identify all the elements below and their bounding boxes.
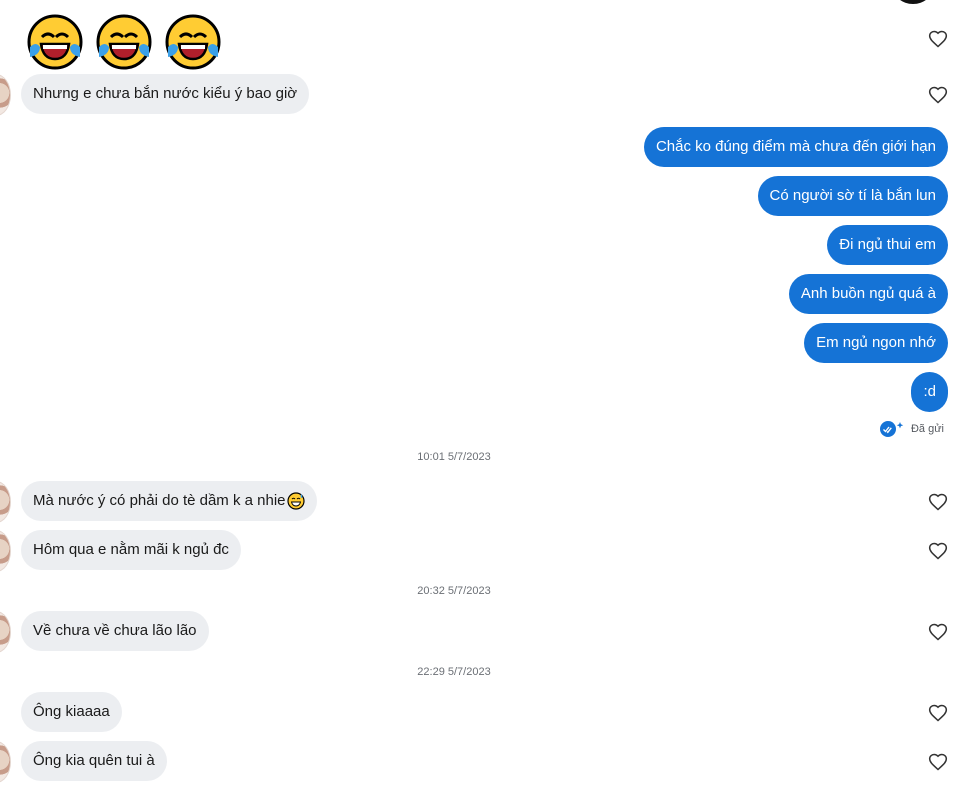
heart-icon[interactable] [928, 492, 948, 512]
contact-avatar[interactable] [0, 741, 11, 783]
outgoing-message[interactable]: Chắc ko đúng điểm mà chưa đến giới hạn [643, 127, 948, 167]
face-with-tears-of-joy-icon [96, 14, 152, 70]
heart-icon[interactable] [928, 752, 948, 772]
heart-icon[interactable] [928, 29, 948, 49]
message-text: Ông kia quên tui à [33, 752, 155, 769]
outgoing-message[interactable]: :d [911, 372, 948, 412]
incoming-message[interactable]: Về chưa về chưa lão lão [21, 611, 209, 651]
grinning-face-with-sweat-icon [286, 492, 305, 510]
contact-avatar[interactable] [0, 481, 11, 523]
outgoing-message[interactable]: Em ngủ ngon nhớ [804, 323, 948, 363]
profile-avatar-corner[interactable] [893, 0, 933, 4]
heart-icon[interactable] [928, 541, 948, 561]
message-text: Nhưng e chưa bắn nước kiểu ý bao giờ [33, 85, 298, 102]
message-text: Mà nước ý có phải do tè dầm k a nhie [33, 492, 286, 509]
incoming-message[interactable]: Mà nước ý có phải do tè dầm k a nhie [21, 481, 317, 521]
message-text: Ông kiaaaa [33, 703, 110, 720]
contact-avatar[interactable] [0, 530, 11, 572]
sent-label: Đã gửi [910, 423, 944, 435]
timestamp: 20:32 5/7/2023 [417, 585, 491, 597]
incoming-message[interactable]: Nhưng e chưa bắn nước kiểu ý bao giờ [21, 74, 310, 114]
message-text: Hôm qua e nằm mãi k ngủ đc [33, 541, 229, 558]
timestamp: 22:29 5/7/2023 [417, 666, 491, 678]
heart-icon[interactable] [928, 85, 948, 105]
message-text: Có người sờ tí là bắn lun [769, 187, 936, 204]
outgoing-message[interactable]: Anh buồn ngủ quá à [788, 274, 948, 314]
emoji-message [26, 13, 222, 71]
message-text: Em ngủ ngon nhớ [816, 334, 936, 351]
message-text: Về chưa về chưa lão lão [33, 622, 197, 639]
timestamp: 10:01 5/7/2023 [417, 451, 491, 463]
message-text: Chắc ko đúng điểm mà chưa đến giới hạn [655, 138, 936, 155]
outgoing-message[interactable]: Đi ngủ thui em [827, 225, 948, 265]
message-text: Anh buồn ngủ quá à [800, 285, 936, 302]
sent-status: Đã gửi [879, 420, 944, 438]
message-text: Đi ngủ thui em [839, 236, 936, 253]
outgoing-message[interactable]: Có người sờ tí là bắn lun [757, 176, 948, 216]
double-check-icon [879, 421, 904, 437]
incoming-message[interactable]: Ông kia quên tui à [21, 741, 167, 781]
message-text: :d [923, 383, 936, 400]
face-with-tears-of-joy-icon [165, 14, 221, 70]
heart-icon[interactable] [928, 703, 948, 723]
incoming-message[interactable]: Hôm qua e nằm mãi k ngủ đc [21, 530, 241, 570]
contact-avatar[interactable] [0, 611, 11, 653]
heart-icon[interactable] [928, 622, 948, 642]
incoming-message[interactable]: Ông kiaaaa [21, 692, 122, 732]
face-with-tears-of-joy-icon [27, 14, 83, 70]
contact-avatar[interactable] [0, 74, 11, 116]
